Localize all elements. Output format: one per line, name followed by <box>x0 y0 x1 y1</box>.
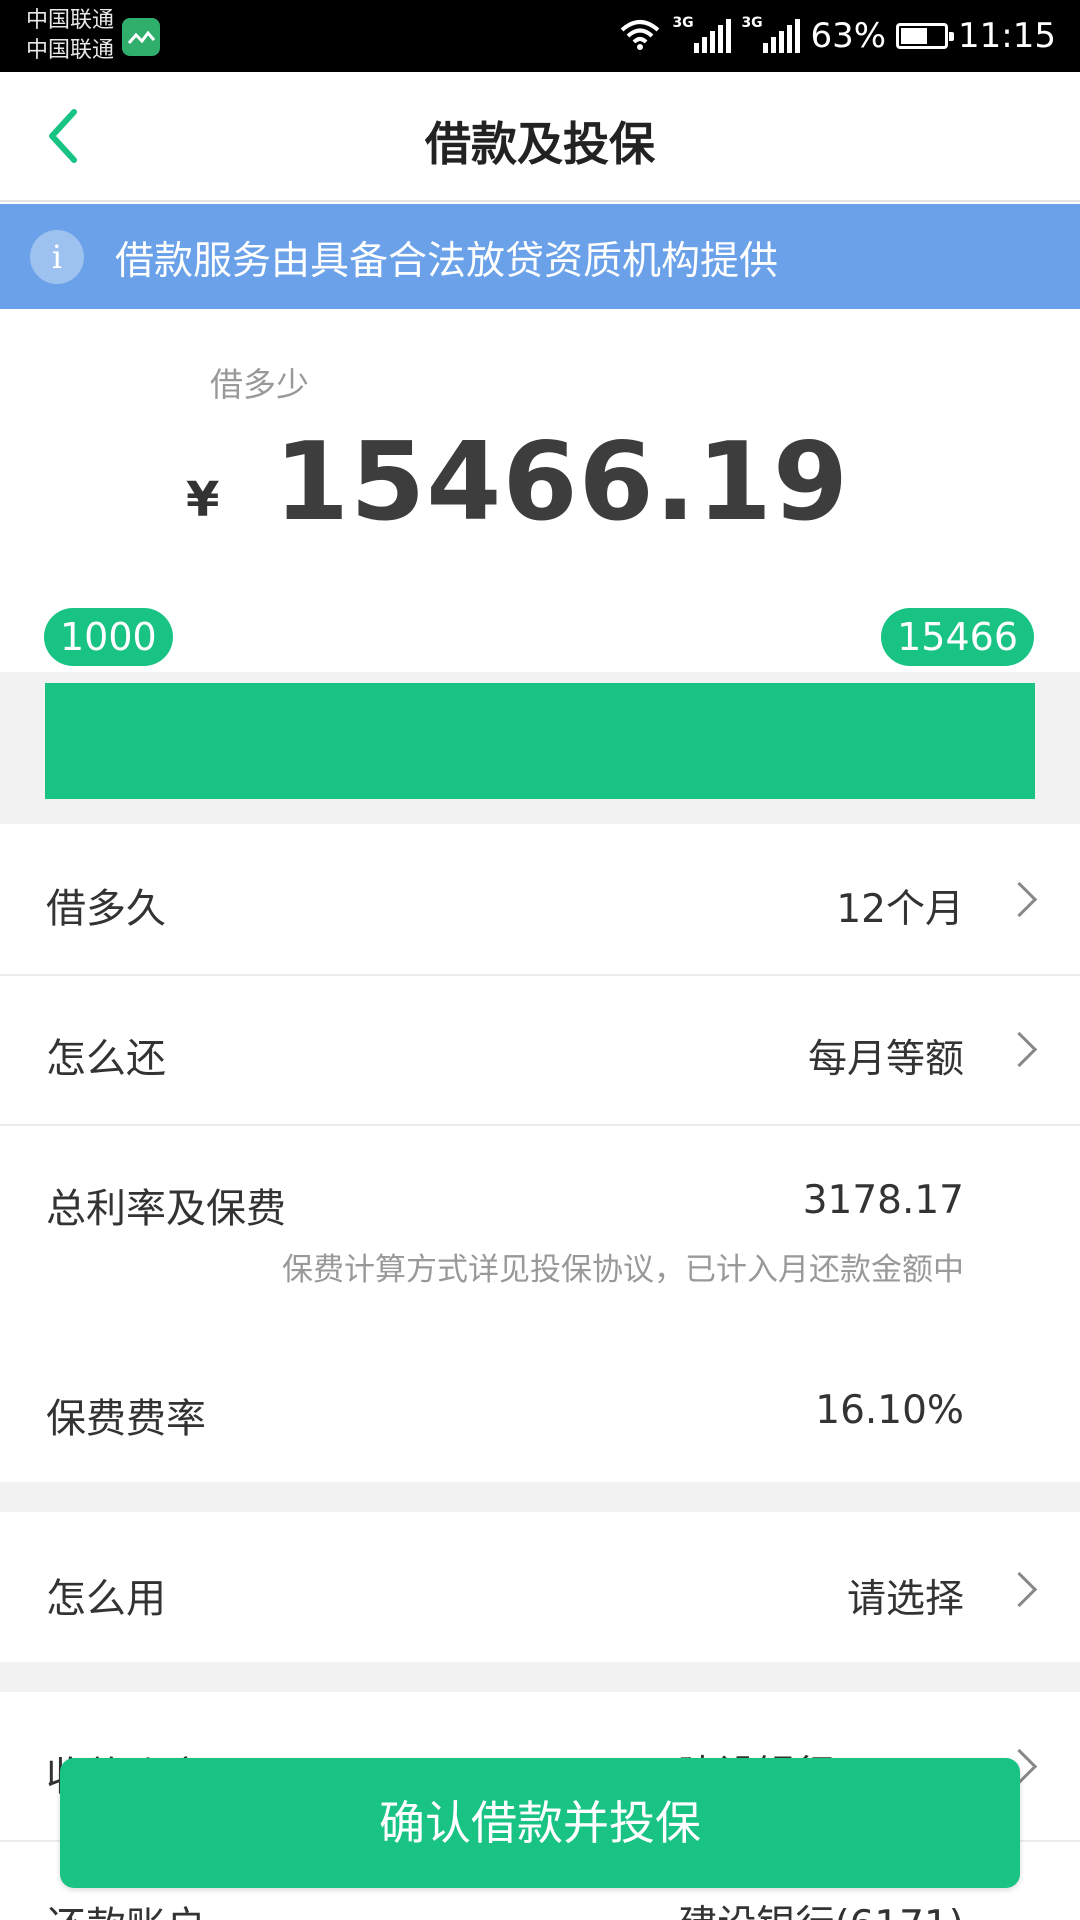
amount-label: 借多少 <box>210 365 309 404</box>
battery-level <box>901 28 928 44</box>
repay-account-value: 建设银行(6171) <box>678 1894 964 1920</box>
notice-banner: i 借款服务由具备合法放贷资质机构提供 <box>0 204 1080 309</box>
signal-icon-2: 3G <box>741 15 801 53</box>
clock: 11:15 <box>958 16 1056 56</box>
battery-icon <box>896 23 955 49</box>
network-type-2: 3G <box>741 15 763 31</box>
term-value: 12个月 <box>836 887 964 932</box>
battery-percent: 63% <box>810 16 887 56</box>
currency-symbol: ¥ <box>186 472 220 528</box>
repay-method-row[interactable]: 怎么还 每月等额 <box>0 976 1080 1124</box>
page-title: 借款及投保 <box>425 117 655 171</box>
signal-icon-1: 3G <box>672 15 732 53</box>
status-bar: 中国联通 中国联通 3G 3G 63% 11:15 <box>0 0 1080 72</box>
repay-method-value: 每月等额 <box>807 1037 964 1082</box>
usage-label: 怎么用 <box>46 1576 166 1622</box>
usage-row[interactable]: 怎么用 请选择 <box>0 1512 1080 1662</box>
amount-slider-fill[interactable] <box>45 683 1035 799</box>
premium-rate-row: 保费费率 16.10% <box>0 1330 1080 1482</box>
section-gap <box>0 1482 1080 1512</box>
interest-note: 保费计算方式详见投保协议，已计入月还款金额中 <box>282 1252 964 1288</box>
term-row[interactable]: 借多久 12个月 <box>0 824 1080 974</box>
chevron-right-icon <box>1001 881 1038 918</box>
confirm-loan-button[interactable]: 确认借款并投保 <box>60 1758 1020 1888</box>
status-icons: 3G 3G 63% 11:15 <box>618 14 1056 58</box>
usage-value: 请选择 <box>846 1577 964 1622</box>
section-gap <box>0 1662 1080 1692</box>
info-icon: i <box>30 230 84 284</box>
repay-account-label: 还款账户 <box>46 1894 206 1920</box>
interest-label: 总利率及保费 <box>46 1186 286 1232</box>
network-type-1: 3G <box>672 15 694 31</box>
premium-rate-label: 保费费率 <box>46 1396 206 1442</box>
term-label: 借多久 <box>46 886 166 932</box>
notice-text: 借款服务由具备合法放贷资质机构提供 <box>115 239 779 284</box>
interest-value: 3178.17 <box>802 1178 964 1223</box>
premium-rate-value: 16.10% <box>815 1388 964 1433</box>
chevron-right-icon <box>1001 1571 1038 1608</box>
slider-min-badge: 1000 <box>44 608 173 666</box>
notification-app-icon <box>122 18 160 56</box>
chevron-right-icon <box>1001 1031 1038 1068</box>
interest-row: 总利率及保费 3178.17 保费计算方式详见投保协议，已计入月还款金额中 <box>0 1126 1080 1330</box>
loan-amount: 15466.19 <box>274 420 850 545</box>
wifi-icon <box>618 16 662 56</box>
carrier-2: 中国联通 <box>26 38 115 63</box>
slider-max-badge: 15466 <box>881 608 1034 666</box>
repay-method-label: 怎么还 <box>46 1036 166 1082</box>
carrier-1: 中国联通 <box>26 8 115 33</box>
nav-header: 借款及投保 <box>0 72 1080 202</box>
